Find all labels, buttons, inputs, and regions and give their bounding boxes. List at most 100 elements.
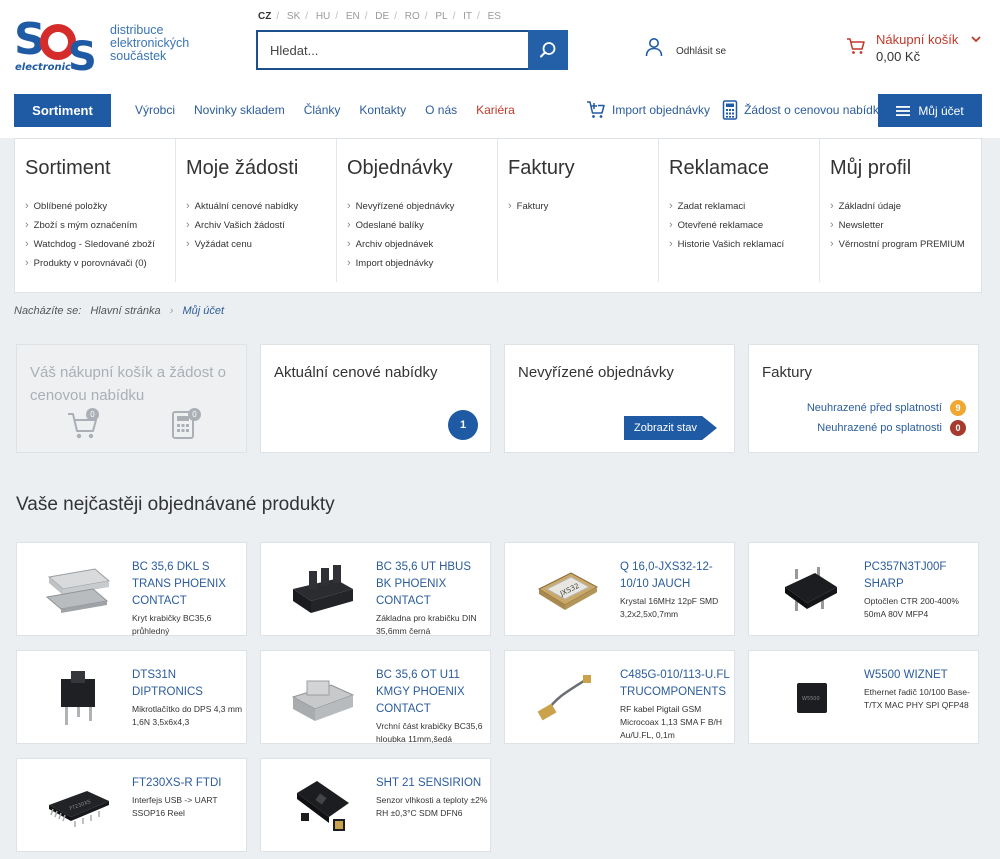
search-icon: [540, 42, 556, 58]
invoices-before-due-count: 9: [950, 400, 966, 416]
nav-link-about[interactable]: O nás: [425, 103, 457, 117]
search-button[interactable]: [528, 30, 568, 70]
product-name[interactable]: BC 35,6 DKL S TRANS PHOENIX CONTACT: [132, 561, 226, 607]
product-image: [283, 773, 363, 837]
invoices-before-due-link[interactable]: Neuhrazené před splatností 9: [807, 400, 966, 416]
product-desc: Kryt krabičky BC35,6 průhledný: [132, 613, 212, 636]
invoices-after-due-link[interactable]: Neuhrazené po splatnosti 0: [817, 420, 966, 436]
product-desc: Optočlen CTR 200-400% 50mA 80V MFP4: [864, 596, 959, 619]
cart-count-badge: 0: [86, 408, 99, 421]
product-card[interactable]: SHT 21 SENSIRION Senzor vlhkosti a teplo…: [260, 758, 491, 852]
enclosure-top-icon: [291, 680, 355, 721]
menu-item[interactable]: Historie Vašich reklamací: [669, 235, 819, 254]
menu-item[interactable]: Odeslané balíky: [347, 216, 497, 235]
language-switcher: CZ / SK / HU / EN / DE / RO / PL / IT / ES: [258, 11, 501, 22]
enclosure-lid-icon: [45, 568, 111, 613]
lang-ro[interactable]: RO: [405, 11, 420, 22]
product-card[interactable]: W5500 W5500 WIZNET Ethernet řadič 10/100…: [748, 650, 979, 744]
product-image: FT230XS: [39, 773, 119, 837]
nav-link-new-stock[interactable]: Novinky skladem: [194, 103, 285, 117]
show-status-label: Zobrazit stav: [634, 422, 697, 434]
sos-logo[interactable]: S S electronic: [14, 12, 98, 74]
product-name[interactable]: PC357N3TJ00F SHARP: [864, 561, 946, 590]
nav-link-career[interactable]: Kariéra: [476, 103, 515, 117]
sortiment-button[interactable]: Sortiment: [14, 94, 111, 127]
tact-switch-icon: [61, 671, 95, 725]
product-name[interactable]: BC 35,6 OT U11 KMGY PHOENIX CONTACT: [376, 669, 465, 715]
menu-item[interactable]: Aktuální cenové nabídky: [186, 197, 336, 216]
lang-es[interactable]: ES: [488, 11, 501, 22]
lang-hu[interactable]: HU: [316, 11, 330, 22]
din-base-icon: [293, 565, 353, 613]
lang-it[interactable]: IT: [463, 11, 472, 22]
quote-request-link[interactable]: Žádost o cenovou nabídku: [722, 100, 886, 120]
menu-item[interactable]: Newsletter: [830, 216, 981, 235]
lang-pl[interactable]: PL: [435, 11, 447, 22]
product-name[interactable]: FT230XS-R FTDI: [132, 777, 221, 789]
breadcrumb-home[interactable]: Hlavní stránka: [90, 305, 160, 317]
menu-item[interactable]: Věrnostní program PREMIUM: [830, 235, 981, 254]
menu-item[interactable]: Zadat reklamaci: [669, 197, 819, 216]
search-input[interactable]: [258, 32, 528, 68]
qfp-chip-icon: W5500: [797, 683, 827, 713]
quote-request-label: Žádost o cenovou nabídku: [744, 103, 886, 117]
tagline-line: součástek: [110, 49, 167, 63]
menu-item[interactable]: Oblíbené položky: [25, 197, 175, 216]
nav-link-manufacturers[interactable]: Výrobci: [135, 103, 175, 117]
lang-en[interactable]: EN: [346, 11, 360, 22]
menu-item[interactable]: Produkty v porovnávači (0): [25, 254, 175, 273]
product-card[interactable]: BC 35,6 DKL S TRANS PHOENIX CONTACT Kryt…: [16, 542, 247, 636]
my-account-label: Můj účet: [918, 103, 964, 118]
menu-item[interactable]: Vyžádat cenu: [186, 235, 336, 254]
svg-text:W5500: W5500: [802, 696, 820, 702]
product-card[interactable]: PC357N3TJ00F SHARP Optočlen CTR 200-400%…: [748, 542, 979, 636]
menu-item[interactable]: Archiv objednávek: [347, 235, 497, 254]
optocoupler-icon: [785, 567, 837, 611]
import-order-link[interactable]: Import objednávky: [586, 100, 710, 120]
search-box: [256, 30, 568, 70]
menu-item[interactable]: Otevřené reklamace: [669, 216, 819, 235]
breadcrumb: Nacházíte se: Hlavní stránka › Můj účet: [14, 305, 224, 317]
account-menu-panel: Sortiment Oblíbené položky Zboží s mým o…: [14, 138, 982, 293]
lang-cz[interactable]: CZ: [258, 11, 271, 22]
nav-link-articles[interactable]: Články: [304, 103, 341, 117]
product-card[interactable]: JXS32 Q 16,0-JXS32-12-10/10 JAUCH Krysta…: [504, 542, 735, 636]
product-desc: RF kabel Pigtail GSM Microcoax 1,13 SMA …: [620, 704, 723, 740]
product-image: [527, 665, 607, 729]
menu-item[interactable]: Watchdog - Sledované zboží: [25, 235, 175, 254]
invoices-card: Faktury Neuhrazené před splatností 9 Neu…: [748, 344, 979, 453]
menu-item[interactable]: Archiv Vašich žádostí: [186, 216, 336, 235]
nav-link-contacts[interactable]: Kontakty: [359, 103, 406, 117]
product-card[interactable]: DTS31N DIPTRONICS Mikrotlačítko do DPS 4…: [16, 650, 247, 744]
menu-col-title: Sortiment: [25, 157, 111, 179]
product-card[interactable]: BC 35,6 UT HBUS BK PHOENIX CONTACT Zákla…: [260, 542, 491, 636]
show-status-button[interactable]: Zobrazit stav: [624, 416, 717, 440]
product-card[interactable]: BC 35,6 OT U11 KMGY PHOENIX CONTACT Vrch…: [260, 650, 491, 744]
current-quotes-card[interactable]: Aktuální cenové nabídky 1: [260, 344, 491, 453]
product-card[interactable]: FT230XS FT230XS-R FTDI Interfejs USB -> …: [16, 758, 247, 852]
menu-item[interactable]: Zboží s mým označením: [25, 216, 175, 235]
current-quotes-count: 1: [448, 410, 478, 440]
main-nav: Sortiment Výrobci Novinky skladem Články…: [0, 94, 1000, 128]
menu-item[interactable]: Základní údaje: [830, 197, 981, 216]
menu-item[interactable]: Nevyřízené objednávky: [347, 197, 497, 216]
menu-item[interactable]: Import objednávky: [347, 254, 497, 273]
logout-link[interactable]: Odhlásit se: [644, 37, 726, 57]
product-name[interactable]: C485G-010/113-U.FL TRUCOMPONENTS: [620, 669, 729, 698]
cart-icon: [847, 38, 865, 54]
chevron-down-icon[interactable]: [970, 34, 982, 44]
current-quotes-title: Aktuální cenové nabídky: [274, 364, 438, 381]
menu-item[interactable]: Faktury: [508, 197, 658, 216]
my-account-button[interactable]: Můj účet: [878, 94, 982, 127]
menu-col-orders: Objednávky Nevyřízené objednávky Odeslan…: [337, 139, 498, 282]
product-card[interactable]: C485G-010/113-U.FL TRUCOMPONENTS RF kabe…: [504, 650, 735, 744]
lang-de[interactable]: DE: [375, 11, 389, 22]
product-name[interactable]: BC 35,6 UT HBUS BK PHOENIX CONTACT: [376, 561, 471, 607]
product-name[interactable]: W5500 WIZNET: [864, 669, 948, 681]
product-name[interactable]: SHT 21 SENSIRION: [376, 777, 481, 789]
product-name[interactable]: Q 16,0-JXS32-12-10/10 JAUCH: [620, 561, 713, 590]
menu-col-title: Můj profil: [830, 157, 912, 179]
menu-col-title: Moje žádosti: [186, 157, 299, 179]
product-name[interactable]: DTS31N DIPTRONICS: [132, 669, 203, 698]
lang-sk[interactable]: SK: [287, 11, 300, 22]
